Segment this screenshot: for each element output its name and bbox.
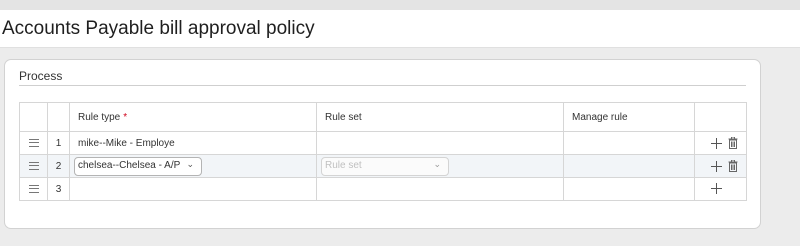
rule-type-cell[interactable] [69,177,317,201]
table-row: 3 [19,177,747,201]
rule-type-cell: chelsea--Chelsea - A/P ⌄ [69,154,317,178]
rule-type-select[interactable]: chelsea--Chelsea - A/P ⌄ [74,156,202,176]
top-strip [0,0,800,10]
table-row: 2 chelsea--Chelsea - A/P ⌄ Rule set ⌄ [19,154,747,178]
drag-handle-icon[interactable] [28,138,39,147]
drag-handle-icon[interactable] [28,161,39,170]
chevron-down-icon: ⌄ [186,158,194,169]
table-header-row: Rule type * Rule set Manage rule [19,102,747,132]
chevron-down-icon: ⌄ [433,158,441,169]
header-actions-cell [694,102,747,132]
drag-handle-icon[interactable] [28,184,39,193]
manage-rule-cell[interactable] [563,154,695,178]
row-actions [694,154,747,178]
row-actions [694,177,747,201]
row-drag-handle[interactable] [19,131,48,155]
process-card: Process Rule type * Rule set Manage rule … [4,59,761,229]
section-divider [19,85,746,86]
trash-icon[interactable] [728,137,738,149]
row-number: 2 [47,154,70,178]
page-title: Accounts Payable bill approval policy [2,18,315,39]
rule-type-value[interactable]: mike--Mike - Employe [70,138,316,149]
rule-set-select: Rule set ⌄ [321,156,449,176]
trash-icon[interactable] [728,160,738,172]
row-drag-handle[interactable] [19,154,48,178]
header-rule-set[interactable]: Rule set [316,102,564,132]
manage-rule-cell[interactable] [563,177,695,201]
row-actions [694,131,747,155]
header-rule-type[interactable]: Rule type * [69,102,317,132]
table-row: 1 mike--Mike - Employe [19,131,747,155]
rule-set-cell[interactable] [316,131,564,155]
rule-type-selected-value: chelsea--Chelsea - A/P [78,159,181,171]
row-number: 3 [47,177,70,201]
header-handle-cell [19,102,48,132]
page-header: Accounts Payable bill approval policy [0,10,800,48]
header-num-cell [47,102,70,132]
rules-table: Rule type * Rule set Manage rule 1 mike--… [19,102,747,201]
rule-set-cell: Rule set ⌄ [316,154,564,178]
rule-set-placeholder: Rule set [325,159,362,171]
header-manage-rule[interactable]: Manage rule [563,102,695,132]
plus-icon[interactable] [711,183,722,195]
plus-icon[interactable] [711,137,722,149]
header-rule-type-label: Rule type [78,111,121,123]
row-number: 1 [47,131,70,155]
section-title: Process [19,69,63,83]
rule-set-cell[interactable] [316,177,564,201]
rule-type-cell[interactable]: mike--Mike - Employe [69,131,317,155]
plus-icon[interactable] [711,160,722,172]
row-drag-handle[interactable] [19,177,48,201]
required-marker: * [123,111,128,123]
manage-rule-cell[interactable] [563,131,695,155]
